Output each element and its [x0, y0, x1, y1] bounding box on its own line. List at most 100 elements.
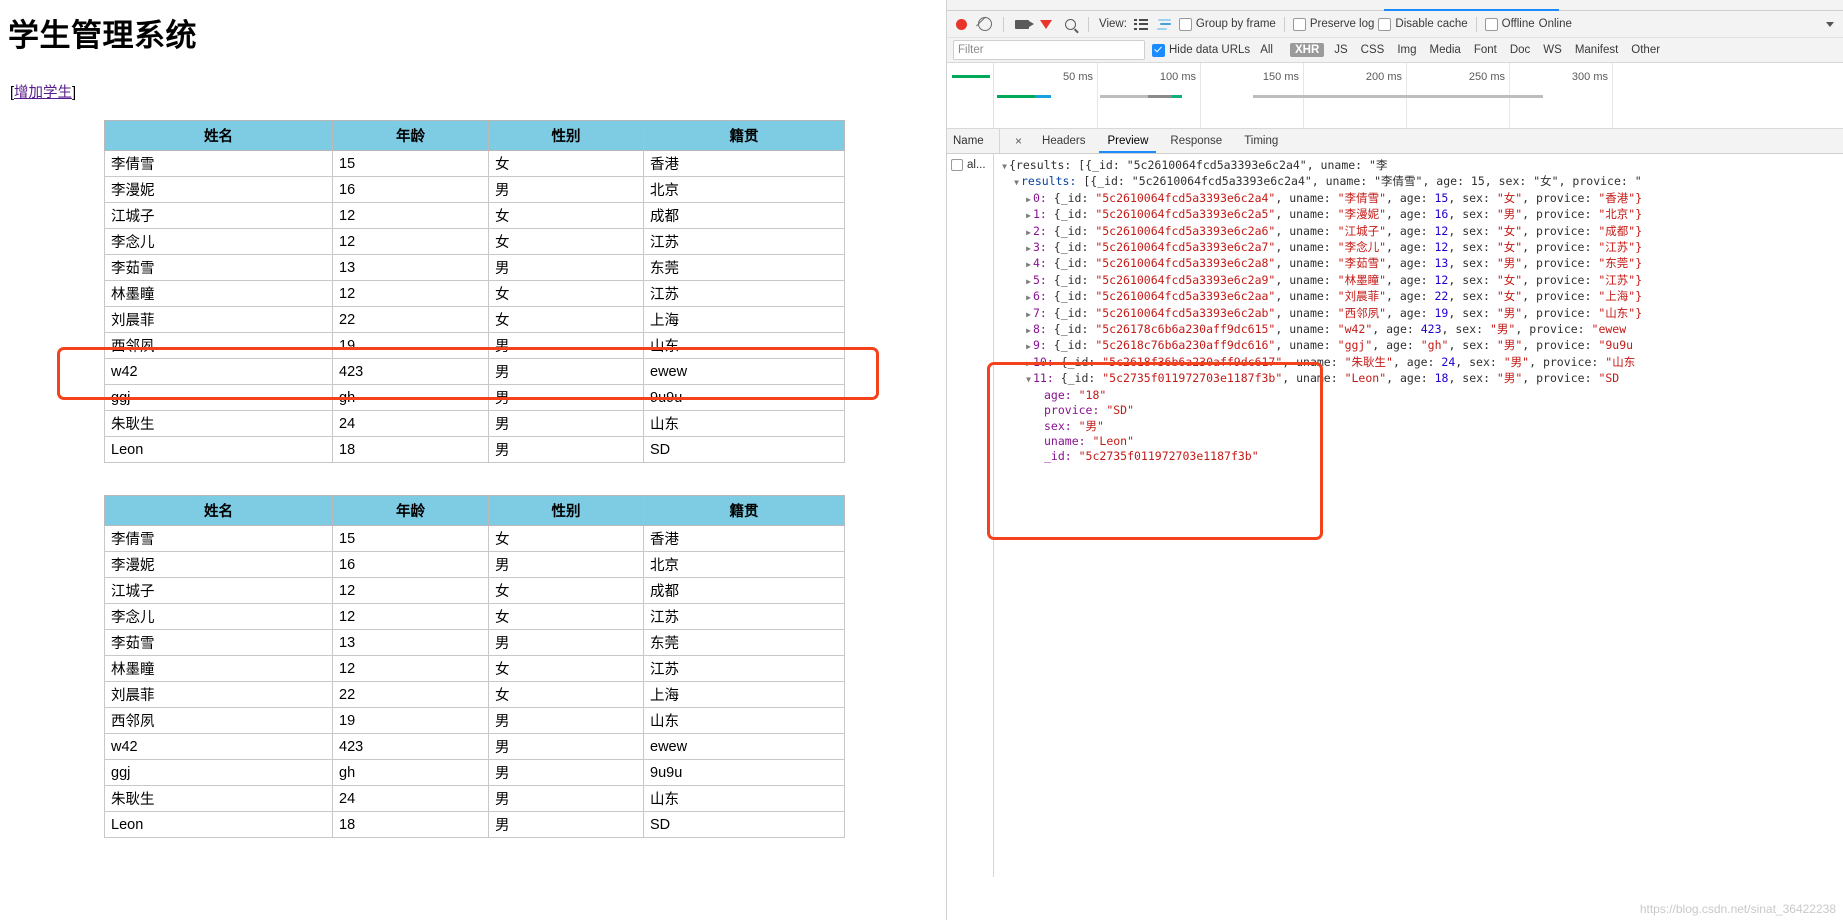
- json-detail-age-key: age:: [1044, 387, 1079, 402]
- disclosure-closed-icon[interactable]: ▶: [1024, 241, 1033, 256]
- td-age: gh: [332, 384, 489, 411]
- json-key-provice: , provice:: [1522, 371, 1599, 386]
- tab-response[interactable]: Response: [1159, 130, 1233, 153]
- json-item-row-2[interactable]: ▶ 2: {_id: "5c2610064fcd5a3393e6c2a6", un…: [1000, 224, 1843, 240]
- json-key-provice: , provice:: [1522, 289, 1599, 304]
- json-item-row-5[interactable]: ▶ 5: {_id: "5c2610064fcd5a3393e6c2a9", un…: [1000, 273, 1843, 289]
- network-toolbar: View: Group by frame Preserve log Disabl…: [947, 11, 1843, 38]
- disclosure-closed-icon[interactable]: ▶: [1024, 192, 1033, 207]
- preserve-log-checkbox[interactable]: Preserve log: [1292, 17, 1374, 31]
- disclosure-closed-icon[interactable]: ▶: [1024, 323, 1033, 338]
- filter-type-all[interactable]: All: [1257, 43, 1276, 57]
- json-val-id: "5c2610064fcd5a3393e6c2a8": [1095, 256, 1276, 271]
- json-index-8: 8:: [1033, 322, 1054, 337]
- disclosure-closed-icon[interactable]: ▶: [1024, 257, 1033, 272]
- json-item-row-8[interactable]: ▶ 8: {_id: "5c26178c6b6a230aff9dc615", un…: [1000, 322, 1843, 338]
- tab-timing[interactable]: Timing: [1233, 130, 1289, 153]
- disclosure-closed-icon[interactable]: ▶: [1024, 307, 1033, 322]
- filter-type-ws[interactable]: WS: [1540, 43, 1565, 57]
- json-item-row-4[interactable]: ▶ 4: {_id: "5c2610064fcd5a3393e6c2a8", un…: [1000, 256, 1843, 272]
- clear-icon[interactable]: [975, 14, 995, 34]
- json-detail-id[interactable]: _id: "5c2735f011972703e1187f3b": [1000, 449, 1843, 464]
- json-detail-provice[interactable]: provice: "SD": [1000, 403, 1843, 418]
- name-column-header[interactable]: Name: [947, 129, 1000, 153]
- json-val-sex: "男": [1496, 338, 1523, 353]
- json-item-row-11[interactable]: ▼ 11: {_id: "5c2735f011972703e1187f3b", u…: [1000, 371, 1843, 387]
- json-item-row-1[interactable]: ▶ 1: {_id: "5c2610064fcd5a3393e6c2a5", un…: [1000, 207, 1843, 223]
- disclosure-closed-icon[interactable]: ▶: [1024, 274, 1033, 289]
- json-key-age: , age:: [1386, 256, 1435, 271]
- json-val-provice: "山东"}: [1598, 305, 1643, 320]
- disclosure-closed-icon[interactable]: ▶: [1024, 290, 1033, 305]
- td-province: 江苏: [643, 228, 845, 255]
- json-item-row-10[interactable]: ▶ 10: {_id: "5c2618f36b6a230aff9dc617", u…: [1000, 355, 1843, 371]
- td-province: 北京: [643, 176, 845, 203]
- record-dot-icon[interactable]: [951, 14, 971, 34]
- disclosure-closed-icon[interactable]: ▶: [1024, 339, 1033, 354]
- filter-type-xhr[interactable]: XHR: [1289, 43, 1325, 57]
- td-province: 山东: [643, 332, 845, 359]
- json-key-id: {_id:: [1053, 207, 1096, 222]
- network-filterbar: Filter Hide data URLs All XHR JS CSS Img…: [947, 38, 1843, 63]
- td-age: 19: [332, 332, 489, 359]
- td-age: 16: [332, 176, 489, 203]
- json-item-row-7[interactable]: ▶ 7: {_id: "5c2610064fcd5a3393e6c2ab", un…: [1000, 306, 1843, 322]
- disclosure-open-icon[interactable]: ▼: [1024, 372, 1033, 387]
- json-root-row[interactable]: ▼ {results: [{_id: "5c2610064fcd5a3393e6c…: [1000, 158, 1843, 174]
- json-results-row[interactable]: ▼ results: [{_id: "5c2610064fcd5a3393e6c2…: [1000, 174, 1843, 190]
- chevron-down-icon[interactable]: [1820, 14, 1840, 34]
- hide-data-urls-checkbox[interactable]: Hide data URLs: [1152, 43, 1250, 57]
- json-detail-sex[interactable]: sex: "男": [1000, 419, 1843, 434]
- th-age: 年龄: [332, 120, 489, 151]
- disclosure-closed-icon[interactable]: ▶: [1024, 225, 1033, 240]
- filter-type-manifest[interactable]: Manifest: [1572, 43, 1621, 57]
- json-item-row-0[interactable]: ▶ 0: {_id: "5c2610064fcd5a3393e6c2a4", un…: [1000, 191, 1843, 207]
- filter-input[interactable]: Filter: [953, 40, 1145, 60]
- disclosure-open-icon[interactable]: ▼: [1000, 159, 1009, 174]
- json-key-age: , age:: [1386, 207, 1435, 222]
- throttling-select[interactable]: Online: [1539, 18, 1572, 30]
- json-item-row-3[interactable]: ▶ 3: {_id: "5c2610064fcd5a3393e6c2a7", un…: [1000, 240, 1843, 256]
- disclosure-closed-icon[interactable]: ▶: [1024, 356, 1033, 371]
- add-student-link[interactable]: 增加学生: [14, 85, 72, 101]
- funnel-filter-icon[interactable]: [1036, 14, 1056, 34]
- json-detail-age[interactable]: age: "18": [1000, 388, 1843, 403]
- close-icon[interactable]: ×: [1006, 130, 1031, 153]
- json-key-sex: , sex:: [1448, 207, 1497, 222]
- filter-type-js[interactable]: JS: [1331, 43, 1350, 57]
- disable-cache-checkbox[interactable]: Disable cache: [1378, 17, 1468, 31]
- json-val-id: "5c2610064fcd5a3393e6c2a5": [1095, 207, 1276, 222]
- filter-type-img[interactable]: Img: [1394, 43, 1419, 57]
- group-by-frame-checkbox[interactable]: Group by frame: [1178, 17, 1276, 31]
- disclosure-open-icon[interactable]: ▼: [1012, 175, 1021, 190]
- tab-preview[interactable]: Preview: [1096, 130, 1159, 153]
- json-item-row-6[interactable]: ▶ 6: {_id: "5c2610064fcd5a3393e6c2aa", un…: [1000, 289, 1843, 305]
- timeline-tick-label: 50 ms: [1063, 71, 1093, 83]
- active-tab-underline: [1384, 9, 1559, 11]
- disclosure-closed-icon[interactable]: ▶: [1024, 208, 1033, 223]
- json-preview-tree[interactable]: ▼ {results: [{_id: "5c2610064fcd5a3393e6c…: [994, 154, 1843, 877]
- td-name: 林墨瞳: [104, 280, 333, 307]
- filter-type-css[interactable]: CSS: [1358, 43, 1388, 57]
- list-view-icon[interactable]: [1131, 14, 1151, 34]
- td-sex: 女: [488, 603, 644, 630]
- checkbox-box: [1378, 17, 1392, 31]
- json-detail-age-value: "18": [1078, 387, 1107, 402]
- request-list-item[interactable]: al...: [947, 157, 993, 173]
- filter-type-media[interactable]: Media: [1427, 43, 1464, 57]
- json-detail-uname[interactable]: uname: "Leon": [1000, 434, 1843, 449]
- td-age: 15: [332, 525, 489, 552]
- filter-type-font[interactable]: Font: [1471, 43, 1500, 57]
- search-icon[interactable]: [1060, 14, 1080, 34]
- offline-checkbox[interactable]: Offline: [1484, 17, 1535, 31]
- network-timeline-overview[interactable]: 50 ms 100 ms 150 ms 200 ms 250 ms 300 ms: [947, 63, 1843, 129]
- waterfall-view-icon[interactable]: [1155, 14, 1175, 34]
- devtools-panel: View: Group by frame Preserve log Disabl…: [946, 0, 1843, 920]
- filter-type-doc[interactable]: Doc: [1507, 43, 1533, 57]
- filter-type-other[interactable]: Other: [1628, 43, 1663, 57]
- json-item-row-9[interactable]: ▶ 9: {_id: "5c2618c76b6a230aff9dc616", un…: [1000, 338, 1843, 354]
- json-key-age: , age:: [1386, 305, 1435, 320]
- tab-headers[interactable]: Headers: [1031, 130, 1096, 153]
- td-sex: 男: [488, 629, 644, 656]
- filmstrip-camera-icon[interactable]: [1012, 14, 1034, 34]
